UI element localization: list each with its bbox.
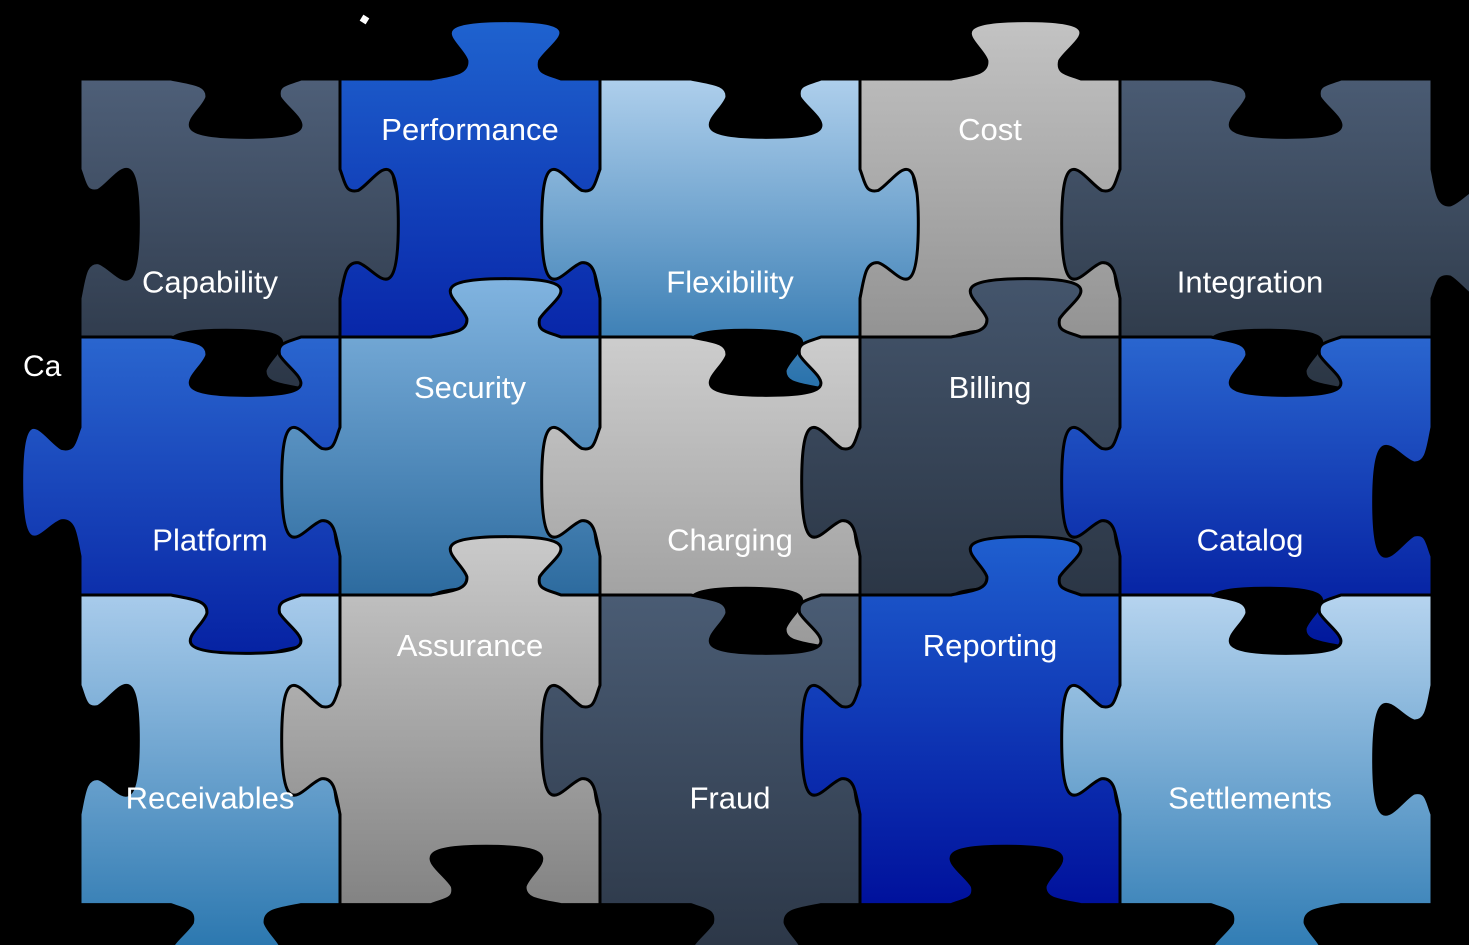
- piece-label-security: Security: [414, 370, 526, 405]
- piece-label-settlements: Settlements: [1168, 780, 1332, 815]
- jigsaw-diagram: Capability Performance Flexibility Cost Inte…: [20, 19, 1469, 945]
- piece-label-cost: Cost: [958, 112, 1022, 147]
- piece-label-fraud: Fraud: [690, 780, 771, 815]
- piece-label-platform: Platform: [152, 522, 267, 557]
- edge-label-ca: Ca: [23, 350, 62, 383]
- piece-label-billing: Billing: [949, 370, 1032, 405]
- piece-label-performance: Performance: [381, 112, 558, 147]
- piece-label-integration: Integration: [1177, 264, 1324, 299]
- piece-label-reporting: Reporting: [923, 628, 1057, 663]
- puzzle-canvas: Capability Performance Flexibility Cost Inte…: [0, 0, 1469, 945]
- piece-label-capability: Capability: [142, 264, 279, 299]
- piece-label-receivables: Receivables: [126, 780, 295, 815]
- piece-label-charging: Charging: [667, 522, 793, 557]
- piece-label-catalog: Catalog: [1197, 522, 1304, 557]
- piece-label-flexibility: Flexibility: [666, 264, 794, 299]
- piece-label-assurance: Assurance: [397, 628, 543, 663]
